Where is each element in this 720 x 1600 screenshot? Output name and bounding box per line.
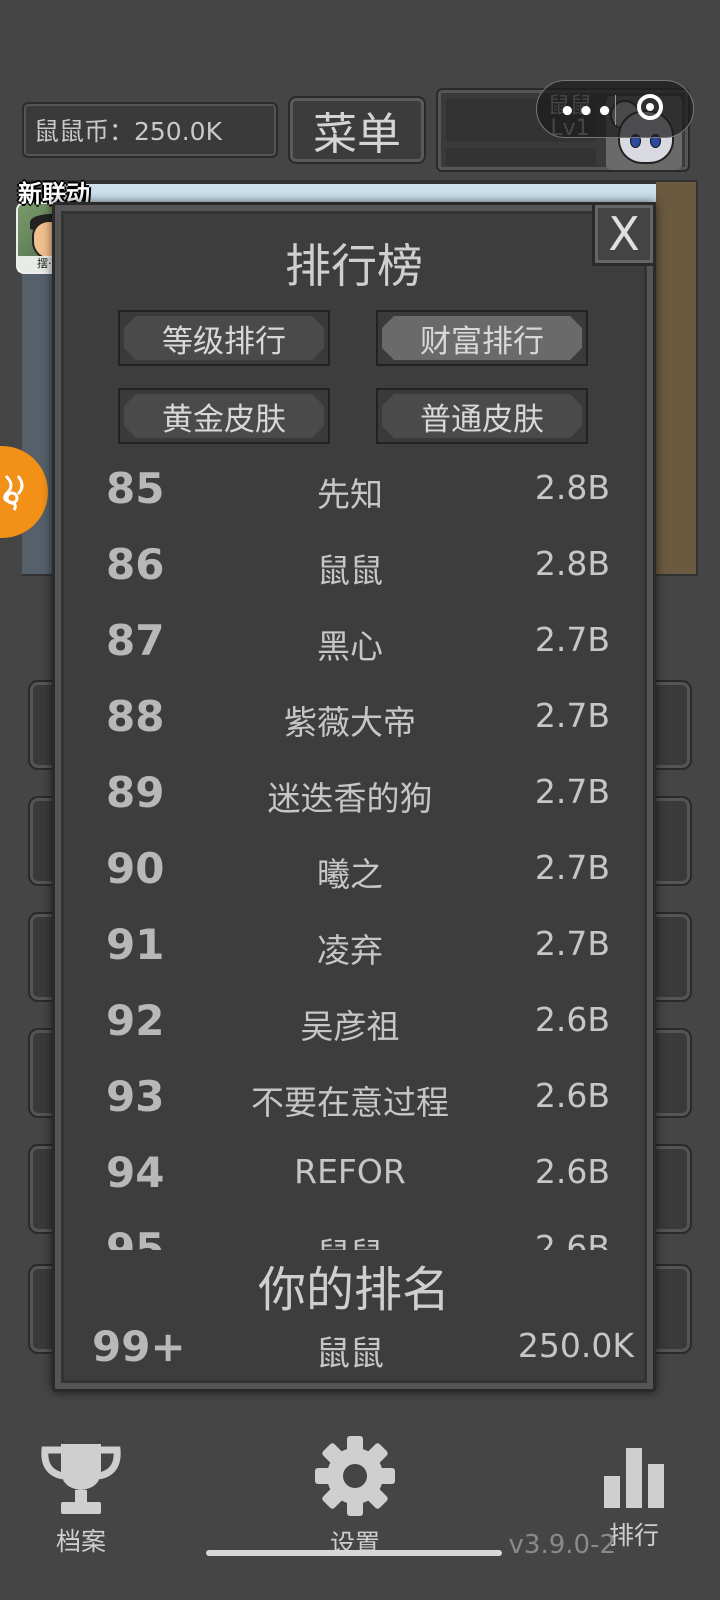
rank-number: 90 [106, 844, 165, 893]
my-rank-number: 99+ [92, 1322, 186, 1371]
leaderboard-title: 排行榜 [285, 239, 423, 293]
tab-wealth-ranking[interactable]: 财富排行 [376, 310, 588, 366]
wealth-value: 2.7B [534, 696, 610, 735]
wealth-value: 2.6B [534, 1000, 610, 1039]
table-row: 89 迷迭香的狗 2.7B [60, 764, 648, 841]
wealth-value: 2.6B [534, 1076, 610, 1115]
player-name: 凌弃 [317, 931, 383, 970]
table-row: 93 不要在意过程 2.6B [60, 1068, 648, 1145]
rank-number: 86 [106, 540, 165, 589]
table-row: 88 紫薇大帝 2.7B [60, 688, 648, 765]
player-name: 黑心 [317, 627, 383, 666]
tab-normal-skin[interactable]: 普通皮肤 [376, 388, 588, 444]
player-name: REFOR [294, 1152, 406, 1191]
table-row: 95 鼠鼠 2.6B [60, 1220, 648, 1250]
nav-archive[interactable]: 档案 [36, 1440, 126, 1558]
more-icon[interactable]: ••• [559, 97, 615, 127]
ranking-list[interactable]: 85 先知 2.8B 86 鼠鼠 2.8B 87 黑心 2.7B 88 紫薇大帝… [60, 460, 648, 1250]
rank-number: 89 [106, 768, 165, 817]
home-indicator[interactable] [206, 1550, 502, 1556]
wind-icon [3, 474, 24, 511]
player-name: 先知 [317, 475, 383, 514]
experience-bar [446, 148, 596, 166]
my-wealth-value: 250.0K [517, 1326, 634, 1365]
wealth-value: 2.7B [534, 848, 610, 887]
player-name: 吴彦祖 [300, 1007, 400, 1046]
tab-label: 普通皮肤 [420, 401, 544, 438]
version-label: v3.9.0-2 [508, 1530, 616, 1560]
wealth-value: 2.7B [534, 772, 610, 811]
table-row: 94 REFOR 2.6B [60, 1144, 648, 1221]
scene-decoration [656, 182, 696, 574]
wealth-value: 2.6B [534, 1228, 610, 1250]
nav-label: 档案 [55, 1527, 106, 1556]
player-name: 鼠鼠 [200, 1228, 500, 1250]
rank-number: 93 [106, 1072, 165, 1121]
coin-balance: 鼠鼠币：250.0K [22, 102, 278, 158]
gear-icon [315, 1436, 395, 1516]
rank-number: 92 [106, 996, 165, 1045]
wealth-value: 2.8B [534, 544, 610, 583]
tab-level-ranking[interactable]: 等级排行 [118, 310, 330, 366]
table-row: 87 黑心 2.7B [60, 612, 648, 689]
table-row: 91 凌弃 2.7B [60, 916, 648, 993]
table-row: 86 鼠鼠 2.8B [60, 536, 648, 613]
wealth-value: 2.7B [534, 620, 610, 659]
rank-number: 94 [106, 1148, 165, 1197]
rank-number: 88 [106, 692, 165, 741]
your-rank-title: 你的排名 [257, 1262, 450, 1318]
wealth-value: 2.6B [534, 1152, 610, 1191]
trophy-icon [41, 1444, 121, 1514]
bar-chart-icon [604, 1448, 664, 1508]
tab-label: 黄金皮肤 [162, 401, 286, 438]
close-mini-program-icon[interactable] [637, 94, 663, 120]
tab-gold-skin[interactable]: 黄金皮肤 [118, 388, 330, 444]
wealth-value: 2.7B [534, 924, 610, 963]
mini-program-capsule: ••• [536, 80, 694, 138]
table-row: 85 先知 2.8B [60, 460, 648, 537]
my-player-name: 鼠鼠 [316, 1334, 384, 1374]
player-name: 曦之 [317, 855, 383, 894]
wealth-value: 2.8B [534, 468, 610, 507]
menu-button-label: 菜单 [313, 109, 401, 160]
rank-number: 95 [106, 1224, 165, 1250]
rank-number: 87 [106, 616, 165, 665]
player-name: 鼠鼠 [317, 551, 383, 590]
table-row: 92 吴彦祖 2.6B [60, 992, 648, 1069]
coin-balance-label: 鼠鼠币：250.0K [34, 117, 222, 146]
nav-settings[interactable]: 设置 [310, 1434, 400, 1560]
player-name: 迷迭香的狗 [267, 779, 433, 818]
rank-number: 91 [106, 920, 165, 969]
rank-number: 85 [106, 464, 165, 513]
player-name: 紫薇大帝 [284, 703, 416, 742]
tab-label: 财富排行 [420, 323, 544, 360]
player-name: 不要在意过程 [251, 1083, 449, 1122]
table-row: 90 曦之 2.7B [60, 840, 648, 917]
tab-label: 等级排行 [162, 323, 286, 360]
menu-button[interactable]: 菜单 [288, 96, 426, 164]
